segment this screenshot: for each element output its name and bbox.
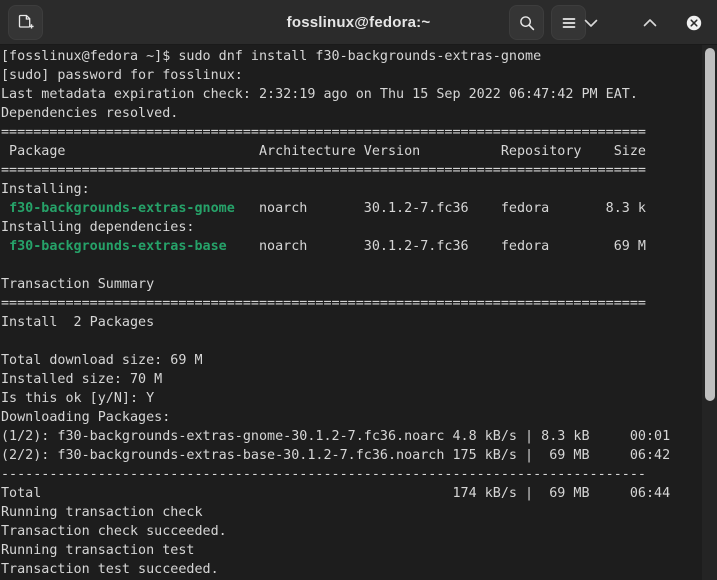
terminal-line: (2/2): f30-backgrounds-extras-base-30.1.… <box>1 448 671 463</box>
terminal-line: Total 174 kB/s | 69 MB 06:44 <box>1 486 671 501</box>
title-bar: fosslinux@fedora:~ <box>0 0 717 45</box>
terminal-line: [fosslinux@fedora ~]$ sudo dnf install f… <box>1 49 542 64</box>
terminal-line: (1/2): f30-backgrounds-extras-gnome-30.1… <box>1 429 671 444</box>
new-tab-button[interactable] <box>8 5 43 40</box>
chevron-up-icon <box>643 18 656 26</box>
chevron-down-icon <box>584 19 597 27</box>
scrollbar-track[interactable] <box>702 45 717 580</box>
terminal-line: Transaction check succeeded. <box>1 524 227 539</box>
terminal-window: fosslinux@fedora:~ [fosslinux@fedora ~]$… <box>0 0 717 580</box>
terminal-line: f30-backgrounds-extras-base noarch 30.1.… <box>9 239 646 254</box>
terminal-line: Transaction test succeeded. <box>1 562 219 577</box>
close-icon <box>686 15 701 30</box>
scrollbar-thumb[interactable] <box>705 48 715 402</box>
terminal-line: Is this ok [y/N]: Y <box>1 391 155 406</box>
maximize-button[interactable] <box>632 5 667 40</box>
terminal-line: Installing: <box>1 182 90 197</box>
terminal-line: Total download size: 69 M <box>1 353 203 368</box>
close-button[interactable] <box>680 9 707 36</box>
terminal-line: Transaction Summary <box>1 277 155 292</box>
terminal-line: ========================================… <box>1 296 646 311</box>
minimize-button[interactable] <box>573 5 608 40</box>
package-name: f30-backgrounds-extras-base <box>9 239 227 254</box>
terminal-line: Last metadata expiration check: 2:32:19 … <box>1 87 638 102</box>
terminal-output-area[interactable]: [fosslinux@fedora ~]$ sudo dnf install f… <box>0 45 717 580</box>
terminal-line: Running transaction check <box>1 505 203 520</box>
terminal-line: Downloading Packages: <box>1 410 171 425</box>
search-button[interactable] <box>509 5 544 40</box>
new-tab-icon <box>18 14 34 28</box>
terminal-line: Dependencies resolved. <box>1 106 179 121</box>
terminal-line: Package Architecture Version Repository … <box>1 144 646 159</box>
search-icon <box>519 15 534 30</box>
package-name: f30-backgrounds-extras-gnome <box>9 201 235 216</box>
terminal-line: f30-backgrounds-extras-gnome noarch 30.1… <box>9 201 646 216</box>
terminal-line: Install 2 Packages <box>1 315 155 330</box>
terminal-line: [sudo] password for fosslinux: <box>1 68 243 83</box>
terminal-line: Running transaction test <box>1 543 195 558</box>
terminal-line: ========================================… <box>1 163 646 178</box>
terminal-line: ----------------------------------------… <box>1 467 646 482</box>
terminal-text: [fosslinux@fedora ~]$ sudo dnf install f… <box>1 47 670 579</box>
terminal-line: Installed size: 70 M <box>1 372 163 387</box>
terminal-line: ========================================… <box>1 125 646 140</box>
terminal-line: Installing dependencies: <box>1 220 195 235</box>
page-title: fosslinux@fedora:~ <box>286 14 431 31</box>
